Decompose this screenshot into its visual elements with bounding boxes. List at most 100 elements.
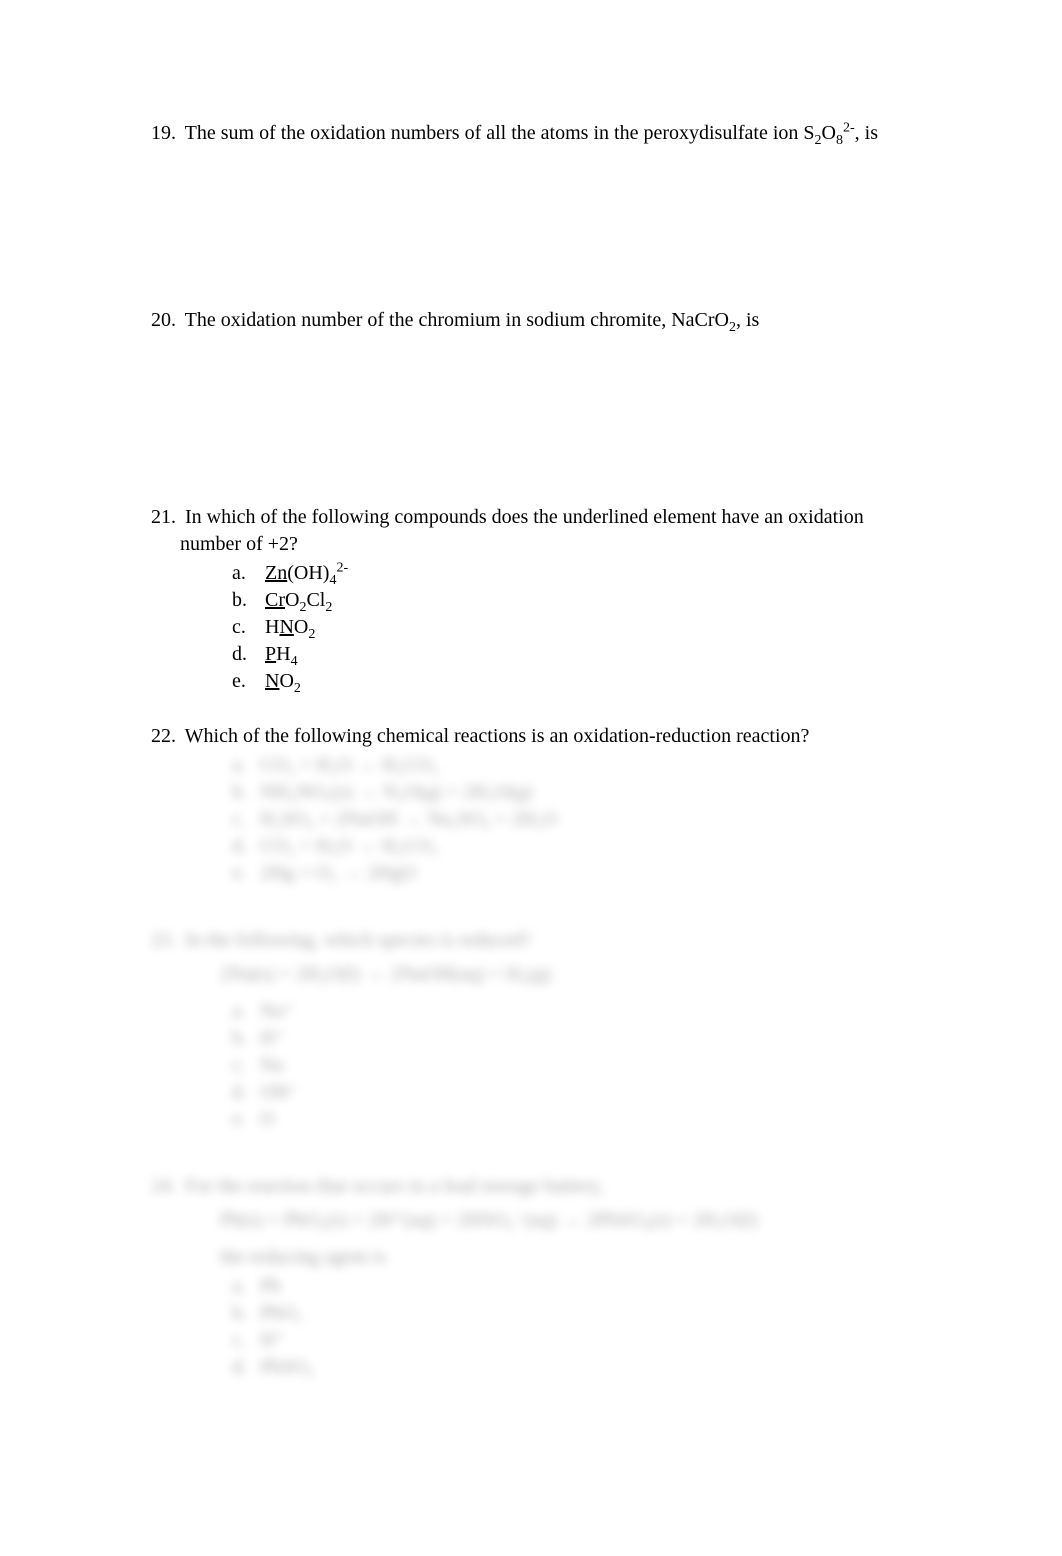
question-text: For the reaction that occurs in a lead s… [185,1175,604,1197]
question-22: 22. Which of the following chemical reac… [180,723,922,887]
formula-sub: 2 [325,600,332,615]
option-text: CO₂ + H₂O → H₂CO₃ [260,835,438,857]
option-text: O [260,1108,274,1130]
option-c: c.Na [232,1052,922,1079]
option-text: Na [260,1054,283,1076]
option-text: H⁺ [260,1027,285,1049]
option-letter: e. [232,860,260,887]
options-list-blurred: a.CO₂ + H₂O → H₂CO₃ b.NH₄NO₃(s) → N₂O(g)… [232,752,922,887]
question-number: 21. [142,504,180,531]
question-19: 19. The sum of the oxidation numbers of … [180,120,922,147]
formula-sub: 4 [329,573,336,588]
question-number: 22. [142,723,180,750]
option-a: a.CO₂ + H₂O → H₂CO₃ [232,752,922,779]
underlined-element: N [265,670,279,692]
q20-text-post: , is [736,309,759,331]
option-a: a. Zn(OH)42- [232,560,922,587]
question-text: The oxidation number of the chromium in … [185,309,760,331]
option-c: c.H⁺ [232,1327,922,1354]
underlined-element: P [265,643,276,665]
option-letter: c. [232,806,260,833]
option-d: d.OH⁻ [232,1079,922,1106]
formula-sub: 2 [308,627,315,642]
formula-part: O [285,589,299,611]
option-text: CO₂ + H₂O → H₂CO₃ [260,754,438,776]
option-letter: e. [232,1106,260,1133]
option-letter: a. [232,1273,260,1300]
underlined-element: Cr [265,589,285,611]
option-a: a.Na⁺ [232,998,922,1025]
q20-text-pre: The oxidation number of the chromium in … [185,309,729,331]
q19-sup1: 2- [843,120,855,135]
option-letter: d. [232,833,260,860]
option-text: Pb [260,1275,281,1297]
option-formula: PH4 [265,643,298,665]
question-number: 24. [142,1173,180,1200]
q20-sub1: 2 [729,320,736,335]
question-text: Which of the following chemical reaction… [185,725,810,747]
option-b: b. CrO2Cl2 [232,587,922,614]
sub-statement: the reducing agent is [220,1244,922,1271]
question-number: 23. [142,927,180,954]
underlined-element: Zn [265,562,287,584]
page-content: 19. The sum of the oxidation numbers of … [0,0,1062,1481]
option-formula: Zn(OH)42- [265,562,348,584]
formula-part: Cl [306,589,325,611]
option-e: e.O [232,1106,922,1133]
reaction-equation: Pb(s) + PbO₂(s) + 2H⁺(aq) + 2HSO₄⁻(aq) →… [220,1206,922,1234]
options-list: a.Na⁺ b.H⁺ c.Na d.OH⁻ e.O [232,998,922,1133]
option-text: H₂SO₄ + 2NaOH → Na₂SO₄ + 2H₂O [260,808,557,830]
q19-text-pre: The sum of the oxidation numbers of all … [185,122,815,144]
option-text: PbSO₄ [260,1356,314,1378]
option-d: d. PH4 [232,641,922,668]
option-b: b.H⁺ [232,1025,922,1052]
formula-part: O [279,670,293,692]
option-text: 2Hg + O₂ → 2HgO [260,862,416,884]
formula-part: O [294,616,308,638]
option-letter: b. [232,779,260,806]
option-d: d.CO₂ + H₂O → H₂CO₃ [232,833,922,860]
q19-text-post: , is [855,122,878,144]
question-text: In which of the following compounds does… [180,506,864,555]
question-text: In the following, which species is reduc… [185,929,531,951]
question-number: 20. [142,307,180,334]
option-letter: c. [232,1052,260,1079]
question-23-blurred: 23. In the following, which species is r… [180,927,922,1133]
option-e: e.2Hg + O₂ → 2HgO [232,860,922,887]
formula-sub: 2 [294,681,301,696]
option-letter: c. [232,614,260,641]
question-21: 21. In which of the following compounds … [180,504,922,695]
option-letter: c. [232,1327,260,1354]
option-letter: a. [232,998,260,1025]
option-letter: d. [232,1354,260,1381]
option-formula: NO2 [265,670,301,692]
option-letter: e. [232,668,260,695]
formula-sup: 2- [336,560,348,575]
option-letter: d. [232,641,260,668]
option-letter: b. [232,587,260,614]
options-list: a.Pb b.PbO₂ c.H⁺ d.PbSO₄ [232,1273,922,1381]
option-text: NH₄NO₃(s) → N₂O(g) + 2H₂O(g) [260,781,532,803]
option-text: H⁺ [260,1329,285,1351]
option-letter: d. [232,1079,260,1106]
q19-sub1: 2 [815,133,822,148]
formula-part: (OH) [287,562,329,584]
option-c: c.H₂SO₄ + 2NaOH → Na₂SO₄ + 2H₂O [232,806,922,833]
option-b: b.NH₄NO₃(s) → N₂O(g) + 2H₂O(g) [232,779,922,806]
option-letter: a. [232,560,260,587]
option-formula: HNO2 [265,616,315,638]
question-24-blurred: 24. For the reaction that occurs in a le… [180,1173,922,1381]
formula-part: H [265,616,279,638]
formula-sub: 4 [291,654,298,669]
option-letter: b. [232,1025,260,1052]
option-text: Na⁺ [260,1000,294,1022]
option-c: c. HNO2 [232,614,922,641]
option-formula: CrO2Cl2 [265,589,332,611]
option-b: b.PbO₂ [232,1300,922,1327]
option-text: OH⁻ [260,1081,299,1103]
q19-sub2: 8 [836,133,843,148]
question-text: The sum of the oxidation numbers of all … [185,122,878,144]
option-a: a.Pb [232,1273,922,1300]
q19-mid1: O [822,122,836,144]
option-e: e. NO2 [232,668,922,695]
